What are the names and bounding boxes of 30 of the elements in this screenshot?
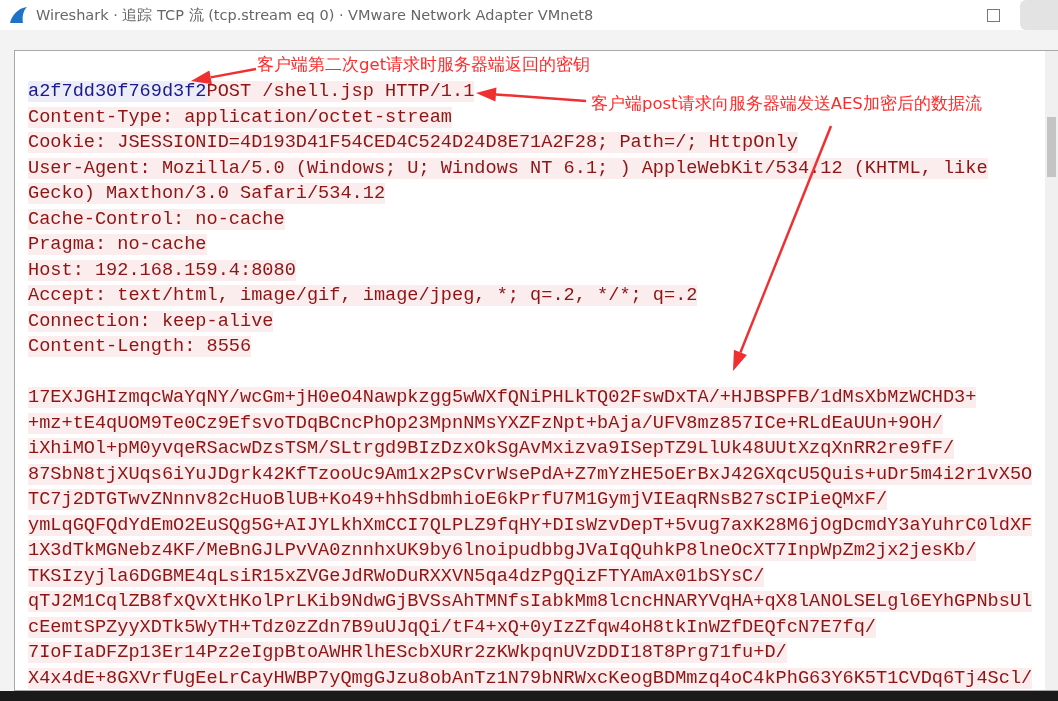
stream-text: Content-Type: application/octet-stream: [28, 106, 452, 128]
annotation-text: 客户端第二次get请求时服务器端返回的密钥: [257, 55, 591, 75]
stream-text: 87SbN8tjXUqs6iYuJDgrk42KfTzooUc9Am1x2PsCvrWsePdA+Z7mYzHE5oErBxJ42GXqcU5Quis+uDr5m4i2r1vX5O: [28, 463, 1033, 485]
stream-text: Content-Length: 8556: [28, 336, 252, 357]
stream-text: +mz+tE4qUOM9Te0Cz9EfsvoTDqBCncPhOp23MpnNMsYXZFzNpt+bAja/UFV8mz857ICe+RLdEaUUn+9OH/: [28, 412, 943, 434]
stream-text: iXhiMOl+pM0yvqeRSacwDzsTSM/SLtrgd9BIzDzxOkSgAvMxizva9ISepTZ9LlUk48UUtXzqXnRR2re9fF/: [28, 438, 955, 459]
stream-text: ymLqGQFQdYdEmO2EuSQg5G+AIJYLkhXmCCI7QLPLZ9fqHY+DIsWzvDepT+5vug7axK28M6jOgDcmdY3aYuhrC0ldXF: [28, 514, 1033, 536]
stream-text: 17EXJGHIzmqcWaYqNY/wcGm+jH0eO4Nawpkzgg5wWXfQNiPHLkTQ02FswDxTA/+HJBSPFB/1dMsXbMzWCHD3+: [28, 387, 977, 408]
stream-text: qTJ2M1CqlZB8fxQvXtHKolPrLKib9NdwGjBVSsAhTMNfsIabkMm8lcncHNARYVqHA+qX8lANOLSELgl6EYhGPNbsUl: [28, 591, 1033, 612]
annotation-text: 客户端post请求向服务器端发送AES加密后的数据流: [591, 94, 982, 114]
stream-text: Pragma: no-cache: [28, 234, 207, 255]
annotation-arrow: [191, 67, 257, 85]
stream-text: 7IoFIaDFZp13Er14Pz2eIgpBtoAWHRlhEScbXURr2zKWkpqnUVzDDI18T8Prg71fu+D/: [28, 642, 787, 663]
stream-text: Accept: text/html, image/gif, image/jpeg, *; q=.2, */*; q=.2: [28, 285, 698, 306]
scrollbar-thumb[interactable]: [1047, 117, 1056, 177]
stream-text: a2f7dd30f769d3f2: [28, 81, 207, 102]
window-title: Wireshark · 追踪 TCP 流 (tcp.stream eq 0) · VMware Network Adapter VMnet8: [36, 5, 595, 25]
stream-text: X4x4dE+8GXVrfUgEeLrCayHWBP7yQmgGJzu8obAnTz1N79bNRWxcKeogBDMmzq4oC4kPhG63Y6K5T1CVDq6Tj4Scl/: [28, 667, 1033, 689]
stream-text: TC7j2DTGTwvZNnnv82cHuoBlUB+Ko49+hhSdbmhioE6kPrfU7M1GymjVIEaqRNsB27sCIPieQMxF/: [28, 489, 888, 510]
stream-text: Cookie: JSESSIONID=4D193D41F54CED4C524D24D8E71A2F28; Path=/; HttpOnly: [28, 132, 798, 153]
stream-text: POST /shell.jsp HTTP/1.1: [206, 81, 475, 102]
stream-text: 1X3dTkMGNebz4KF/MeBnGJLPvVA0znnhxUK9by6lnoipudbbgJVaIqQuhkP8lneOcXT7InpWpZm2jx2jesKb/: [28, 540, 977, 561]
stream-text: TKSIzyjla6DGBME4qLsiR15xZVGeJdRWoDuRXXVN5qa4dzPgQizFTYAmAx01bSYsC/: [28, 565, 765, 587]
stream-text: cEemtSPZyyXDTk5WyTH+Tdz0zZdn7B9uUJqQi/tF4+xQ+0yIzZfqw4oH8tkInWZfDEQfcN7E7fq/: [28, 616, 876, 638]
app-icon: [8, 6, 28, 24]
stream-text: Connection: keep-alive: [28, 310, 274, 332]
stream-text: Cache-Control: no-cache: [28, 208, 285, 230]
maximize-button[interactable]: [987, 8, 1000, 22]
stream-text: Host: 192.168.159.4:8080: [28, 259, 296, 281]
stream-text: Gecko) Maxthon/3.0 Safari/534.12: [28, 183, 386, 204]
